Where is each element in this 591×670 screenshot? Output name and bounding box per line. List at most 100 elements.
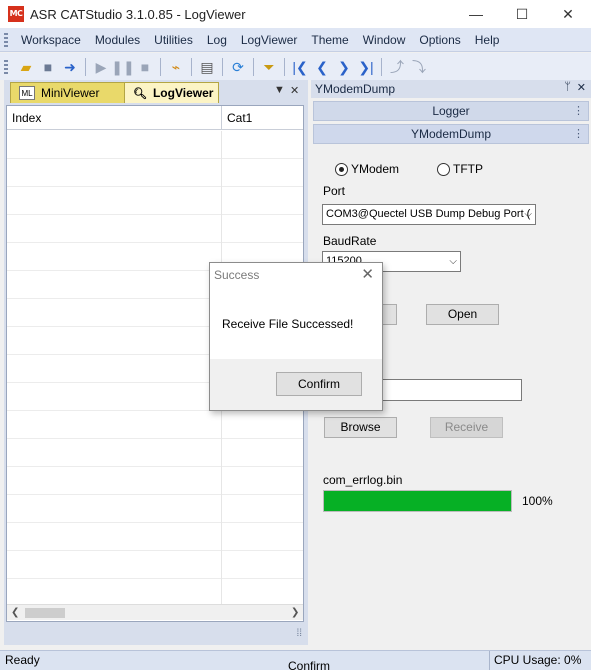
- toolbar-separator: [222, 57, 223, 76]
- miniviewer-icon: ML: [19, 86, 35, 100]
- minimize-button[interactable]: —: [453, 0, 499, 28]
- close-window-button[interactable]: ✕: [545, 0, 591, 28]
- menu-utilities[interactable]: Utilities: [147, 33, 200, 47]
- menu-workspace[interactable]: Workspace: [14, 33, 88, 47]
- dialog-footer: Confirm: [210, 359, 382, 410]
- menu-help[interactable]: Help: [468, 33, 507, 47]
- section-logger[interactable]: Logger ⋮: [313, 101, 589, 121]
- window-controls: — ☐ ✕: [453, 0, 591, 28]
- radio-ymodem[interactable]: YModem: [335, 162, 399, 176]
- radio-unselected-icon: [437, 162, 450, 176]
- goto-up-icon[interactable]: ⤴: [387, 57, 407, 77]
- first-icon[interactable]: |❮: [290, 57, 310, 77]
- section-logger-label: Logger: [432, 104, 470, 118]
- port-select-value: COM3@Quectel USB Dump Debug Port (: [326, 208, 531, 220]
- browse-button[interactable]: Browse: [324, 417, 397, 438]
- column-header-index[interactable]: Index: [7, 106, 222, 130]
- section-more-icon: ⋮: [573, 128, 584, 140]
- grid-header: Index Cat1: [7, 106, 303, 130]
- radio-tftp-label: TFTP: [453, 162, 483, 176]
- next-icon[interactable]: ❯: [334, 57, 354, 77]
- filter-icon[interactable]: ⏷: [259, 57, 279, 77]
- window-title: ASR CATStudio 3.1.0.85 - LogViewer: [30, 6, 246, 22]
- radio-selected-icon: [335, 162, 348, 176]
- progress-text: 100%: [522, 494, 553, 508]
- last-icon[interactable]: ❯|: [356, 57, 376, 77]
- play-icon[interactable]: ▶: [91, 57, 111, 77]
- cpu-usage: CPU Usage: 0%: [489, 651, 581, 670]
- menu-logviewer[interactable]: LogViewer: [234, 33, 304, 47]
- status-ghost-text: Confirm: [288, 659, 331, 670]
- toolbar-separator: [284, 57, 285, 76]
- resize-grip-icon[interactable]: ⁞⁞: [296, 628, 302, 639]
- port-label: Port: [323, 184, 346, 198]
- pin-icon[interactable]: ᛘ: [564, 81, 571, 93]
- progress-bar: [323, 490, 512, 512]
- section-ymodemdump-label: YModemDump: [410, 127, 492, 141]
- scroll-thumb[interactable]: [25, 608, 65, 618]
- export-icon[interactable]: ➜: [60, 57, 80, 77]
- toolbar-separator: [191, 57, 192, 76]
- toolbar-separator: [381, 57, 382, 76]
- tab-miniviewer[interactable]: ML MiniViewer: [10, 82, 126, 103]
- app-logo-icon: MC: [8, 6, 24, 22]
- receive-button[interactable]: Receive: [430, 417, 503, 438]
- title-bar: MC ASR CATStudio 3.1.0.85 - LogViewer — …: [0, 0, 591, 28]
- toolbar-separator: [253, 57, 254, 76]
- status-bar: Ready Confirm CPU Usage: 0%: [0, 650, 591, 670]
- maximize-button[interactable]: ☐: [499, 0, 545, 28]
- panel-dropdown-icon[interactable]: ▼: [274, 84, 285, 96]
- chevron-down-icon: ⌵: [524, 209, 532, 220]
- scroll-right-icon[interactable]: ❯: [291, 607, 299, 618]
- panel-title: YModemDump: [315, 82, 396, 96]
- menu-theme[interactable]: Theme: [304, 33, 355, 47]
- toolbar-separator: [85, 57, 86, 76]
- menubar-grip-icon[interactable]: [4, 32, 8, 47]
- toolbar: ▰ ■ ➜ ▶ ❚❚ ■ ⌁ ▤ ⟳ ⏷ |❮ ❮ ❯ ❯| ⤴ ⤵: [0, 53, 591, 80]
- dialog-title: Success: [214, 268, 260, 282]
- progress-fill: [324, 491, 511, 511]
- stop-icon[interactable]: ■: [135, 57, 155, 77]
- status-ready: Ready: [5, 653, 40, 667]
- menu-log[interactable]: Log: [200, 33, 234, 47]
- success-dialog: Success ✕ Receive File Successed! Confir…: [209, 262, 383, 411]
- menu-bar: Workspace Modules Utilities Log LogViewe…: [0, 28, 591, 52]
- section-more-icon: ⋮: [573, 105, 584, 117]
- previous-icon[interactable]: ❮: [312, 57, 332, 77]
- column-header-cat1[interactable]: Cat1: [222, 106, 303, 130]
- toolbar-grip-icon[interactable]: [4, 59, 8, 74]
- file-name-label: com_errlog.bin: [323, 473, 403, 487]
- baudrate-label: BaudRate: [323, 234, 377, 248]
- menu-window[interactable]: Window: [356, 33, 413, 47]
- report-icon[interactable]: ▤: [197, 57, 217, 77]
- radio-ymodem-label: YModem: [351, 162, 400, 176]
- chevron-down-icon: ⌵: [449, 256, 457, 267]
- radio-tftp[interactable]: TFTP: [437, 162, 483, 176]
- magnifier-icon: 🔍︎: [133, 87, 147, 100]
- log-tabstrip: ML MiniViewer 🔍︎ LogViewer ▼ ✕: [4, 80, 308, 103]
- section-ymodemdump[interactable]: YModemDump ⋮: [313, 124, 589, 144]
- open-button[interactable]: Open: [426, 304, 499, 325]
- refresh-icon[interactable]: ⟳: [228, 57, 248, 77]
- panel-close-icon[interactable]: ✕: [577, 81, 586, 94]
- open-workspace-icon[interactable]: ▰: [16, 57, 36, 77]
- horizontal-scrollbar[interactable]: ❮ ❯: [7, 604, 303, 620]
- tab-miniviewer-label: MiniViewer: [41, 86, 100, 100]
- confirm-button[interactable]: Confirm: [276, 372, 362, 396]
- goto-down-icon[interactable]: ⤵: [409, 57, 429, 77]
- panel-footer: ⁞⁞: [4, 622, 308, 645]
- pause-icon[interactable]: ❚❚: [111, 57, 134, 77]
- dialog-close-icon[interactable]: ✕: [361, 265, 374, 283]
- scroll-left-icon[interactable]: ❮: [11, 607, 19, 618]
- panel-close-icon[interactable]: ✕: [290, 84, 299, 97]
- dialog-message: Receive File Successed!: [222, 317, 354, 331]
- toolbar-separator: [160, 57, 161, 76]
- port-select[interactable]: COM3@Quectel USB Dump Debug Port ( ⌵: [322, 204, 536, 225]
- tab-logviewer-label: LogViewer: [152, 86, 214, 100]
- clear-broom-icon[interactable]: ⌁: [166, 57, 186, 77]
- panel-title-bar: YModemDump ᛘ ✕: [311, 80, 591, 98]
- tab-logviewer[interactable]: 🔍︎ LogViewer: [124, 82, 219, 103]
- menu-options[interactable]: Options: [412, 33, 467, 47]
- menu-modules[interactable]: Modules: [88, 33, 147, 47]
- save-icon[interactable]: ■: [38, 57, 58, 77]
